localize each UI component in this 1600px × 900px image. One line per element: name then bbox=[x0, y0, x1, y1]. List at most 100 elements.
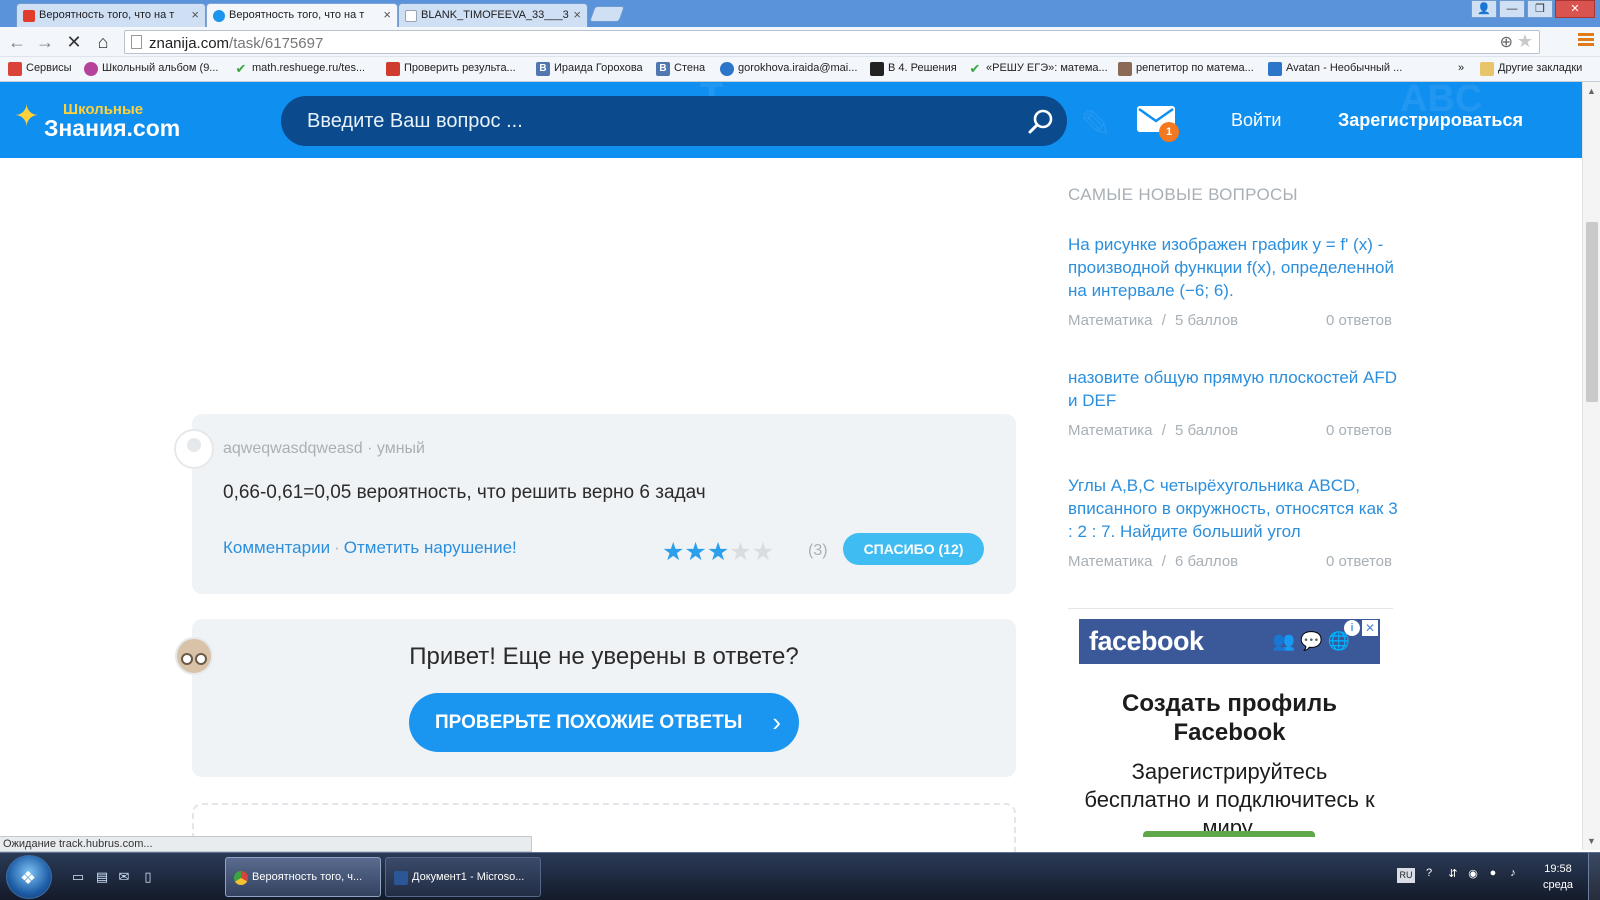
checkmark-icon: ✔ bbox=[235, 61, 247, 76]
scrollbar-thumb[interactable] bbox=[1586, 222, 1598, 402]
bookmark-item[interactable]: В Стена bbox=[656, 62, 705, 76]
scroll-up-arrow-icon[interactable]: ▲ bbox=[1587, 86, 1596, 96]
author-name[interactable]: aqweqwasdqweasd bbox=[223, 440, 363, 457]
clock-time: 19:58 bbox=[1544, 863, 1572, 875]
mail-at-icon bbox=[720, 62, 734, 76]
address-bar[interactable]: znanija.com/task/6175697 ⊕ ★ bbox=[124, 30, 1540, 54]
taskbar-button-word[interactable]: Документ1 - Microso... bbox=[385, 857, 541, 897]
page-scrollbar[interactable]: ▲ ▼ bbox=[1582, 82, 1600, 850]
system-clock[interactable]: 19:58 среда bbox=[1533, 861, 1583, 893]
rating-stars: ★★★★★ bbox=[662, 537, 774, 567]
question-subject[interactable]: Математика bbox=[1068, 553, 1153, 570]
scroll-down-arrow-icon[interactable]: ▼ bbox=[1587, 836, 1596, 846]
clock-day: среда bbox=[1542, 879, 1574, 891]
question-subject[interactable]: Математика bbox=[1068, 422, 1153, 439]
help-tray-icon[interactable]: ? bbox=[1422, 867, 1436, 881]
rating-count: (3) bbox=[808, 542, 828, 559]
bookmark-item[interactable]: ✔ «РЕШУ ЕГЭ»: матема... bbox=[968, 62, 1108, 76]
close-tab-icon[interactable]: × bbox=[573, 7, 581, 22]
zoom-icon[interactable]: ⊕ bbox=[1500, 32, 1513, 52]
star-empty-icon[interactable]: ★ bbox=[729, 538, 751, 566]
bookmark-item[interactable]: В 4. Решения bbox=[870, 62, 957, 76]
question-answers-count: 0 ответов bbox=[1325, 422, 1392, 439]
question-meta: Математика / 5 баллов 0 ответов bbox=[1068, 312, 1398, 332]
volume-tray-icon[interactable]: ♪ bbox=[1506, 867, 1520, 881]
other-bookmarks-folder[interactable]: Другие закладки bbox=[1480, 62, 1582, 76]
browser-tab-3[interactable]: BLANK_TIMOFEEVA_33___3 × bbox=[398, 3, 588, 27]
bookmark-star-icon[interactable]: ★ bbox=[1517, 31, 1533, 52]
question-subject[interactable]: Математика bbox=[1068, 312, 1153, 329]
avatar[interactable] bbox=[174, 429, 214, 469]
hint-title: Привет! Еще не уверены в ответе? bbox=[409, 643, 799, 670]
bookmark-item[interactable]: Проверить результа... bbox=[386, 62, 516, 76]
stop-loading-button[interactable]: ✕ bbox=[63, 31, 85, 53]
close-tab-icon[interactable]: × bbox=[191, 7, 199, 22]
bookmark-apps[interactable]: Сервисы bbox=[8, 62, 72, 76]
mail-quicklaunch-icon[interactable]: ✉ bbox=[116, 869, 132, 885]
sidebar-question: назовите общую прямую плоскостей AFD и D… bbox=[1068, 366, 1398, 442]
bookmark-item[interactable]: Avatan - Необычный ... bbox=[1268, 62, 1402, 76]
minimize-button[interactable]: — bbox=[1499, 0, 1525, 18]
browser-tab-2[interactable]: Вероятность того, что на т × bbox=[206, 3, 398, 27]
report-violation-link[interactable]: Отметить нарушение! bbox=[344, 538, 517, 557]
user-profile-button[interactable]: 👤 bbox=[1471, 0, 1497, 18]
star-empty-icon[interactable]: ★ bbox=[752, 538, 774, 566]
antivirus-tray-icon[interactable]: ◉ bbox=[1466, 867, 1480, 881]
restore-button[interactable]: ❐ bbox=[1527, 0, 1553, 18]
bookmark-item[interactable]: В Ираида Горохова bbox=[536, 62, 643, 76]
search-icon[interactable] bbox=[1027, 108, 1055, 136]
new-tab-button[interactable] bbox=[589, 6, 625, 22]
ad-cta-button[interactable] bbox=[1143, 831, 1315, 837]
messages-button[interactable]: 1 bbox=[1137, 106, 1179, 142]
notepad-quicklaunch-icon[interactable]: ▯ bbox=[140, 869, 156, 885]
person-photo-icon bbox=[1118, 62, 1132, 76]
yandex-favicon-icon bbox=[23, 10, 35, 22]
chrome-icon bbox=[234, 871, 248, 885]
chrome-menu-icon[interactable] bbox=[1578, 33, 1594, 49]
facebook-ad[interactable]: facebook 👥 💬 🌐 i ✕ Создать профиль Faceb… bbox=[1079, 619, 1380, 837]
show-desktop-button[interactable] bbox=[1588, 853, 1600, 900]
star-filled-icon[interactable]: ★ bbox=[662, 538, 684, 566]
eye-icon bbox=[84, 62, 98, 76]
register-link[interactable]: Зарегистрироваться bbox=[1338, 110, 1523, 131]
question-link[interactable]: Углы A,B,C четырёхугольника ABCD, вписан… bbox=[1068, 474, 1398, 543]
firefox-tray-icon[interactable]: ● bbox=[1486, 867, 1500, 881]
explorer-quicklaunch-icon[interactable]: ▤ bbox=[94, 869, 110, 885]
bookmarks-overflow-button[interactable]: » bbox=[1458, 62, 1464, 74]
browser-status-bubble: Ожидание track.hubrus.com... bbox=[0, 836, 532, 852]
answer-author: aqweqwasdqweasd · умный bbox=[223, 440, 425, 458]
network-tray-icon[interactable]: ⇵ bbox=[1446, 867, 1460, 881]
flag-icon bbox=[386, 62, 400, 76]
site-logo[interactable]: ✦ Школьные Знания.com bbox=[14, 95, 214, 145]
start-button[interactable]: ❖ bbox=[6, 855, 52, 899]
browser-tab-1[interactable]: Вероятность того, что на т × bbox=[16, 3, 206, 27]
forward-button[interactable]: → bbox=[34, 31, 56, 53]
meta-separator: / bbox=[1161, 422, 1166, 439]
star-filled-icon[interactable]: ★ bbox=[707, 538, 729, 566]
close-tab-icon[interactable]: × bbox=[383, 7, 391, 22]
question-link[interactable]: На рисунке изображен график y = f' (x) -… bbox=[1068, 233, 1398, 302]
back-button[interactable]: ← bbox=[6, 31, 28, 53]
home-button[interactable]: ⌂ bbox=[92, 31, 114, 53]
login-link[interactable]: Войти bbox=[1231, 110, 1281, 131]
bookmark-item[interactable]: ✔ math.reshuege.ru/tes... bbox=[234, 61, 366, 76]
star-filled-icon[interactable]: ★ bbox=[684, 538, 706, 566]
question-link[interactable]: назовите общую прямую плоскостей AFD и D… bbox=[1068, 366, 1398, 412]
znanija-favicon-icon bbox=[213, 10, 225, 22]
thanks-button[interactable]: СПАСИБО (12) bbox=[843, 533, 984, 565]
ad-info-icon[interactable]: i bbox=[1344, 620, 1360, 636]
taskbar-button-chrome[interactable]: Вероятность того, ч... bbox=[225, 857, 381, 897]
language-indicator[interactable]: RU bbox=[1397, 868, 1415, 883]
windows-logo-icon: ❖ bbox=[20, 868, 37, 888]
search-input[interactable]: Введите Ваш вопрос ... bbox=[281, 96, 1067, 146]
ad-close-icon[interactable]: ✕ bbox=[1362, 620, 1378, 636]
bookmark-item[interactable]: gorokhova.iraida@mai... bbox=[720, 62, 857, 76]
check-similar-answers-button[interactable]: ПРОВЕРЬТЕ ПОХОЖИЕ ОТВЕТЫ › bbox=[409, 693, 799, 752]
show-desktop-quicklaunch-icon[interactable]: ▭ bbox=[70, 869, 86, 885]
comments-link[interactable]: Комментарии bbox=[223, 538, 330, 557]
bookmark-item[interactable]: Школьный альбом (9... bbox=[84, 62, 218, 76]
window-close-button[interactable]: ✕ bbox=[1555, 0, 1595, 18]
bookmark-item[interactable]: репетитор по матема... bbox=[1118, 62, 1254, 76]
address-url[interactable]: znanija.com/task/6175697 bbox=[149, 35, 323, 52]
logo-big-text: Знания.com bbox=[44, 115, 181, 141]
